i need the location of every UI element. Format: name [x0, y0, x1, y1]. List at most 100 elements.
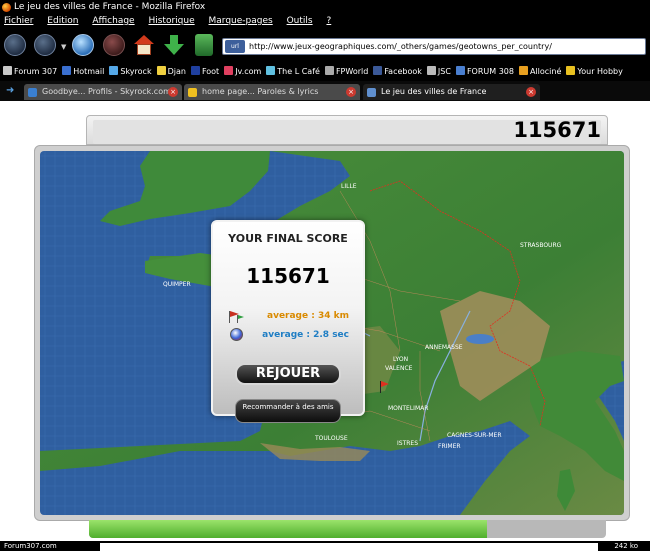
bookmark-label: Allociné [529, 67, 562, 76]
city-label: ANNEMASSE [425, 344, 463, 351]
bookmark-item[interactable]: JSC [426, 63, 451, 81]
bookmark-item[interactable]: FORUM 308 [455, 63, 514, 81]
current-score: 115671 [513, 118, 601, 142]
home-icon [134, 35, 154, 44]
bookmark-item[interactable]: FPWorld [324, 63, 369, 81]
lake-geneva [466, 334, 494, 344]
reload-button[interactable] [72, 34, 94, 56]
tab-jeu-villes[interactable]: Le jeu des villes de France × [363, 84, 540, 100]
tab-skyrock[interactable]: Goodbye... Profils - Skyrock.com × [24, 84, 182, 100]
forward-button[interactable] [34, 34, 56, 56]
back-button[interactable] [4, 34, 26, 56]
average-time: average : 2.8 sec [262, 330, 349, 340]
bookmark-favicon-icon [455, 66, 465, 75]
status-size: 242 ko [614, 542, 638, 550]
url-input[interactable] [249, 40, 639, 53]
replay-button[interactable]: REJOUER [235, 363, 341, 385]
window-title-bar: Le jeu des villes de France - Mozilla Fi… [0, 0, 650, 14]
city-label: ISTRES [397, 440, 418, 447]
status-page-strip [100, 543, 598, 551]
bookmark-item[interactable]: Djan [156, 63, 186, 81]
menu-history[interactable]: Historique [148, 14, 194, 29]
city-label: QUIMPER [163, 281, 191, 288]
tab-lyrics[interactable]: home page... Paroles & lyrics × [184, 84, 360, 100]
skyrock-favicon-icon [28, 88, 37, 97]
average-distance: average : 34 km [267, 311, 349, 321]
window-title: Le jeu des villes de France - Mozilla Fi… [14, 2, 206, 12]
menu-bar: Fichier Edition Affichage Historique Mar… [0, 14, 650, 29]
page-content: 115671 LILLE QUIMPER STRASBOURG ANNEMASS… [0, 101, 650, 541]
menu-bookmarks[interactable]: Marque-pages [209, 14, 273, 29]
bookmark-item[interactable]: Skyrock [109, 63, 152, 81]
score-header: 115671 [86, 115, 608, 145]
close-tab-icon[interactable]: × [168, 87, 178, 97]
menu-help[interactable]: ? [326, 14, 331, 29]
bookmark-favicon-icon [224, 66, 234, 75]
bookmark-label: Forum 307 [14, 67, 58, 76]
city-label: FRIMER [438, 443, 461, 450]
home-button[interactable] [133, 34, 155, 56]
menu-view[interactable]: Affichage [92, 14, 134, 29]
bookmark-favicon-icon [324, 66, 334, 75]
download-button[interactable] [163, 34, 185, 56]
bookmark-label: Facebook [384, 67, 422, 76]
final-score-value: 115671 [246, 264, 330, 288]
close-tab-icon[interactable]: × [346, 87, 356, 97]
city-label: VALENCE [385, 365, 413, 372]
tab-label: Goodbye... Profils - Skyrock.com [42, 87, 171, 96]
tab-label: home page... Paroles & lyrics [202, 87, 319, 96]
bookmark-label: Your Hobby [577, 67, 623, 76]
bookmark-label: Foot [201, 67, 220, 76]
site-identity-icon[interactable]: url [225, 40, 245, 53]
bookmark-item[interactable]: Jv.com [224, 63, 261, 81]
city-label: CAGNES-SUR-MER [447, 432, 502, 439]
menu-file[interactable]: Fichier [4, 14, 33, 29]
bookmark-label: Skyrock [120, 67, 152, 76]
stop-button[interactable] [103, 34, 125, 56]
final-score-title: YOUR FINAL SCORE [228, 232, 348, 245]
tab-label: Le jeu des villes de France [381, 87, 487, 96]
address-bar[interactable]: url [222, 38, 646, 55]
final-score-dialog: YOUR FINAL SCORE 115671 average : 34 km … [211, 220, 365, 423]
bookmark-item[interactable]: Your Hobby [566, 63, 623, 81]
bookmark-favicon-icon [373, 66, 383, 75]
progress-bar-fill [89, 520, 488, 538]
bookmark-item[interactable]: Hotmail [62, 63, 104, 81]
city-label: LYON [393, 356, 408, 363]
city-label: LILLE [341, 183, 357, 190]
bookmark-favicon-icon [518, 66, 528, 75]
history-dropdown-icon[interactable]: ▼ [61, 43, 66, 51]
bookmark-favicon-icon [3, 66, 12, 75]
recommend-to-friends-button[interactable]: Recommander à des amis [235, 399, 341, 423]
bookmark-favicon-icon [109, 66, 119, 75]
menu-tools[interactable]: Outils [287, 14, 313, 29]
bookmark-favicon-icon [190, 66, 200, 75]
smiley-favicon-icon [188, 88, 197, 97]
bookmark-favicon-icon [62, 66, 72, 75]
bookmark-item[interactable]: Allociné [518, 63, 562, 81]
city-label: MONTELIMAR [388, 405, 428, 412]
bookmarks-toolbar: Forum 307 Hotmail Skyrock Djan Foot Jv.com The… [0, 63, 650, 81]
city-label: TOULOUSE [314, 435, 348, 442]
city-label: STRASBOURG [520, 242, 562, 249]
close-tab-icon[interactable]: × [526, 87, 536, 97]
game-favicon-icon [367, 88, 376, 97]
firefox-logo-icon [2, 3, 11, 12]
addon-button[interactable] [195, 34, 213, 56]
status-text: Forum307.com [4, 542, 57, 550]
bookmark-label: Hotmail [73, 67, 105, 76]
bookmark-favicon-icon [266, 66, 276, 75]
bookmark-favicon-icon [156, 66, 166, 75]
bookmark-label: Jv.com [235, 67, 262, 76]
bookmark-label: FORUM 308 [466, 67, 514, 76]
tab-list-arrow-icon[interactable]: ➜ [6, 85, 14, 96]
timer-icon [230, 328, 243, 341]
bookmark-label: FPWorld [335, 67, 369, 76]
bookmark-item[interactable]: The L Café [266, 63, 320, 81]
menu-edit[interactable]: Edition [47, 14, 78, 29]
bookmark-item[interactable]: Facebook [373, 63, 422, 81]
bookmark-item[interactable]: Forum 307 [3, 63, 57, 81]
bookmark-label: JSC [437, 67, 451, 76]
bookmark-label: The L Café [277, 67, 320, 76]
bookmark-item[interactable]: Foot [190, 63, 220, 81]
